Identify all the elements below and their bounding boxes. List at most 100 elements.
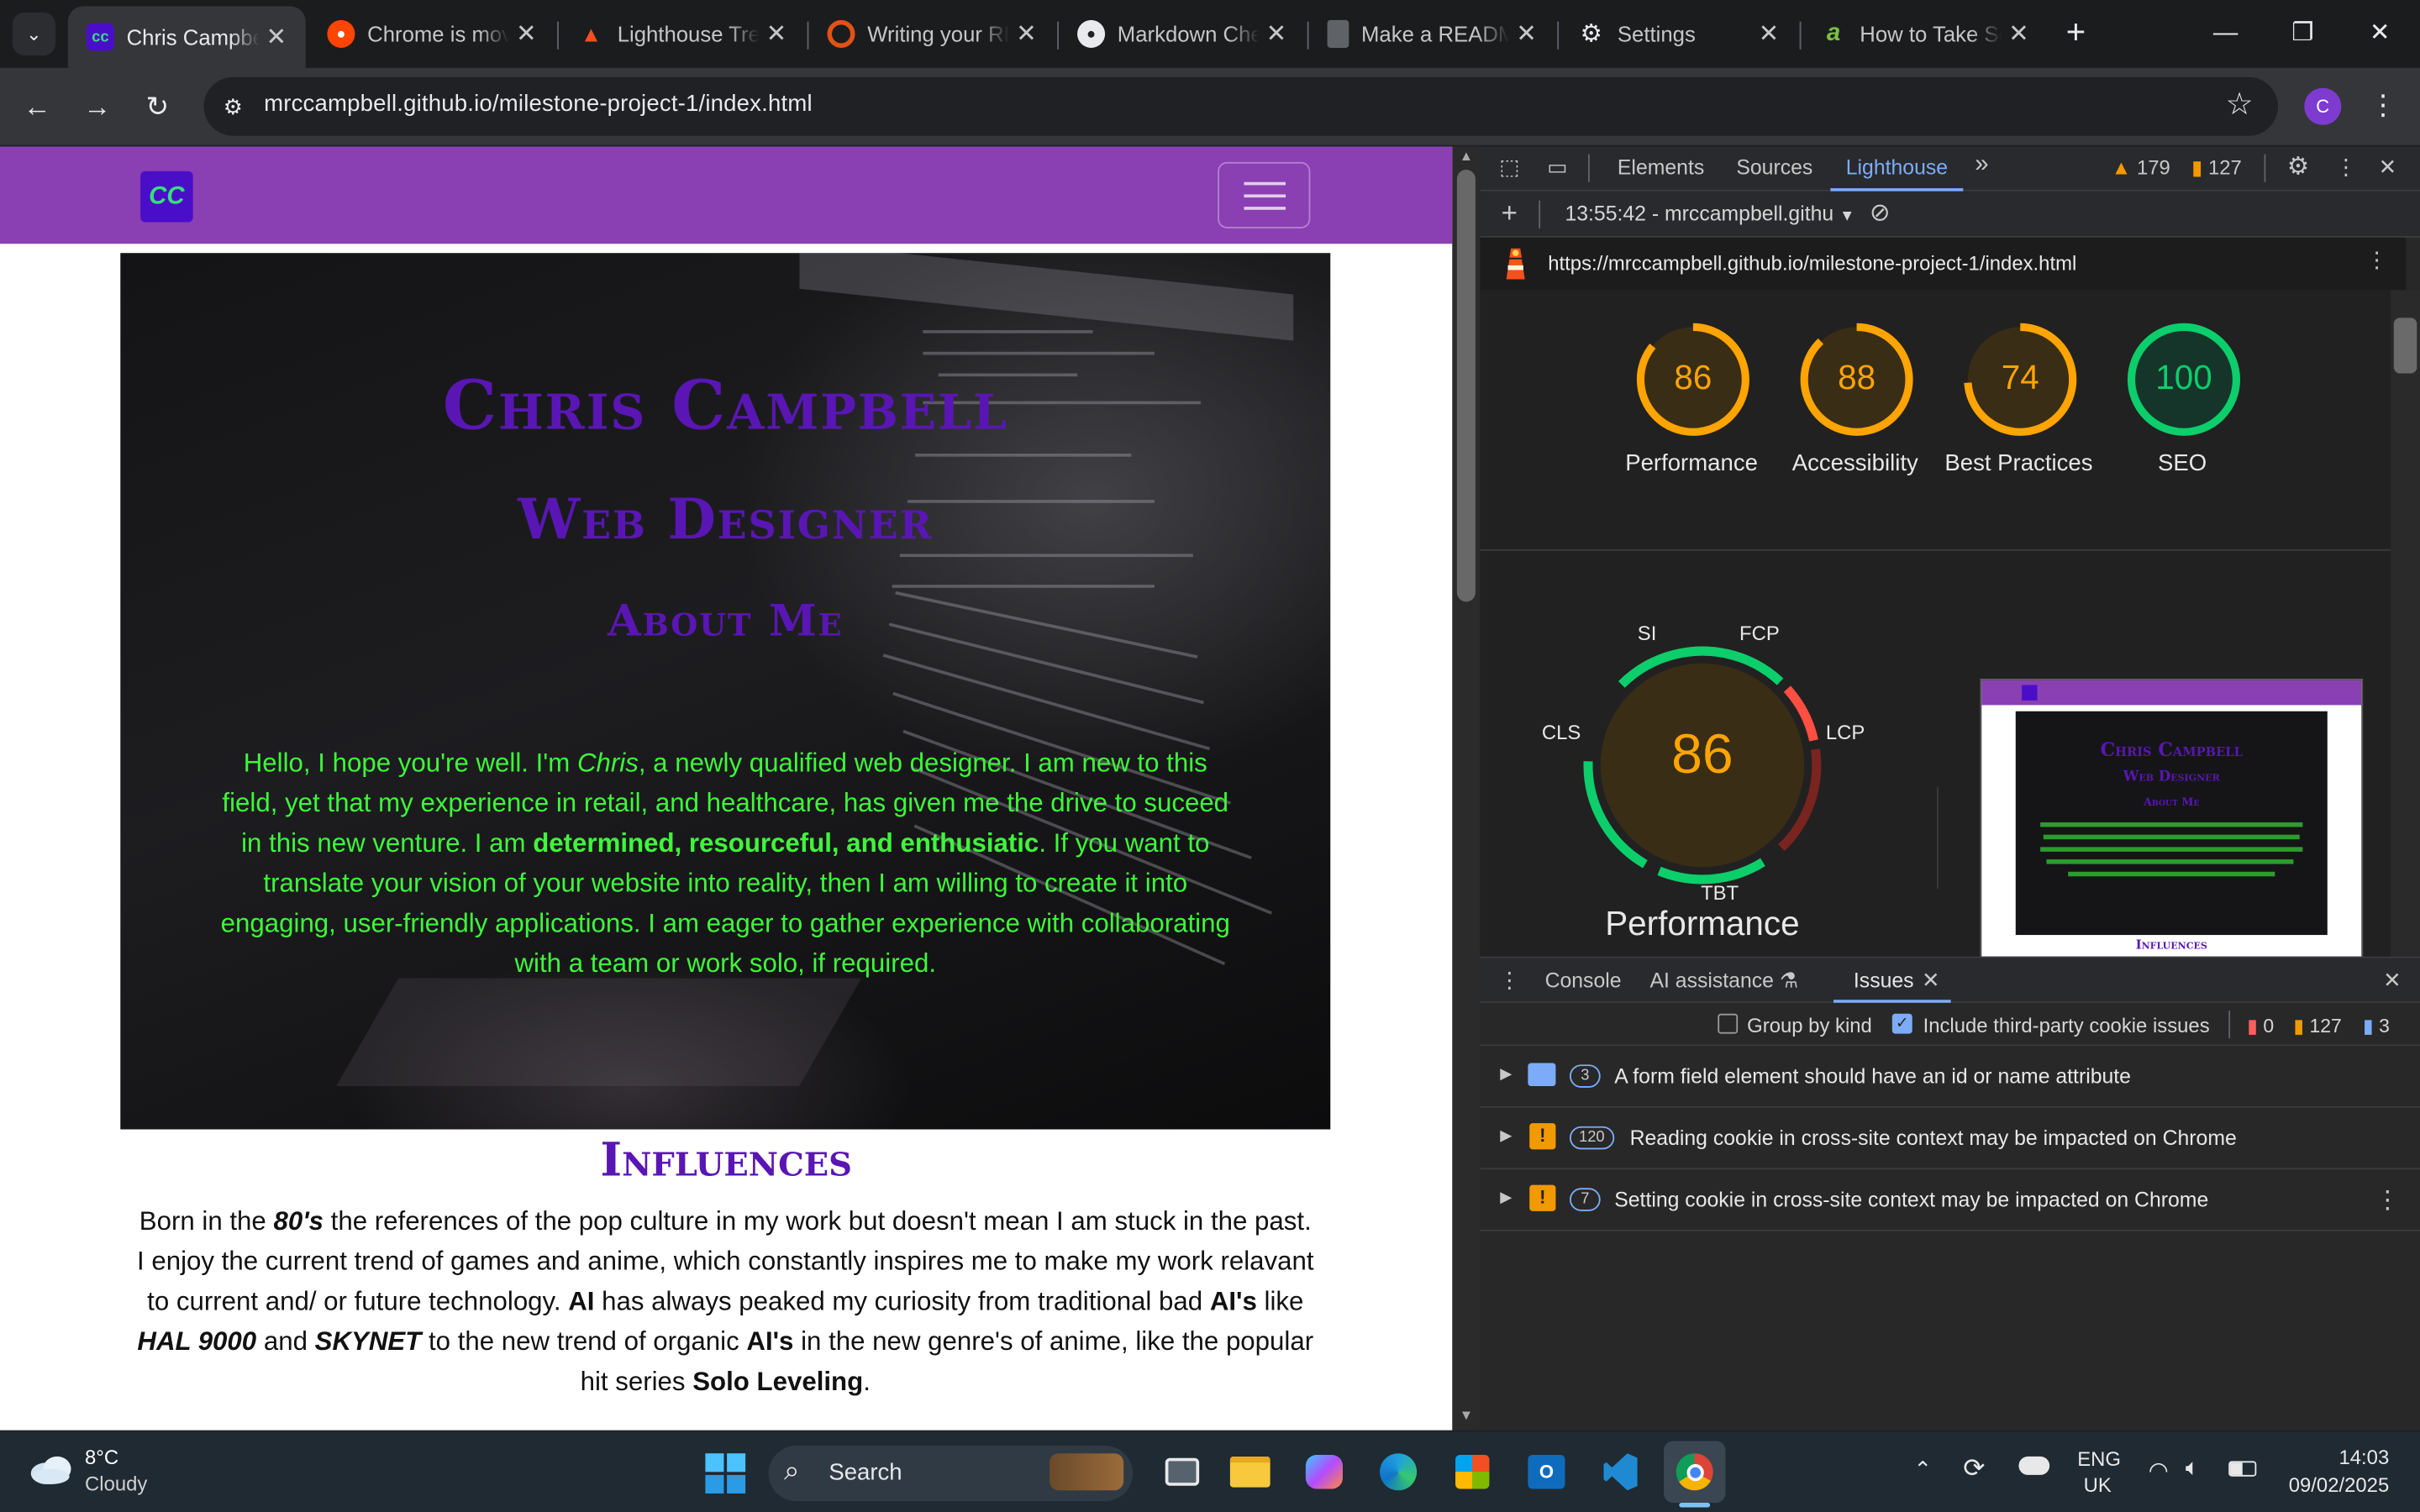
- close-tab-icon[interactable]: ✕: [1509, 18, 1543, 50]
- close-tab-icon[interactable]: ✕: [509, 18, 543, 50]
- minimize-button[interactable]: —: [2195, 13, 2256, 55]
- close-tab-icon[interactable]: ✕: [1752, 18, 1786, 50]
- reload-button[interactable]: ↻: [133, 81, 182, 131]
- chrome-taskbar-icon[interactable]: [1664, 1441, 1726, 1503]
- divider: [1937, 786, 1939, 889]
- close-window-button[interactable]: ✕: [2349, 13, 2411, 55]
- site-logo[interactable]: CC: [140, 171, 193, 223]
- include-third-party-checkbox[interactable]: ✓: [1891, 1013, 1912, 1034]
- wifi-icon[interactable]: ◠: [2149, 1457, 2169, 1484]
- issue-row[interactable]: ▶ ! 120 Reading cookie in cross-site con…: [1480, 1107, 2420, 1170]
- volume-icon[interactable]: 🔈︎: [2186, 1455, 2200, 1481]
- browser-tab[interactable]: a How to Take Screenshots ✕: [1801, 8, 2048, 60]
- issue-menu-icon[interactable]: ⋮: [2375, 1185, 2400, 1216]
- task-view-icon[interactable]: [1151, 1441, 1213, 1503]
- scroll-up-arrow[interactable]: ▲: [1457, 148, 1476, 166]
- lighthouse-logo-icon: [1500, 245, 1531, 282]
- page-screenshot-thumbnail[interactable]: Chris Campbell Web Designer About Me Inf…: [1980, 679, 2364, 957]
- clock-time[interactable]: 14:03: [2296, 1446, 2389, 1469]
- devtools-menu-icon[interactable]: ⋮: [2330, 155, 2361, 181]
- report-url[interactable]: https://mrccampbell.github.io/milestone-…: [1548, 251, 2076, 275]
- url-text[interactable]: mrccampbell.github.io/milestone-project-…: [264, 91, 813, 117]
- file-explorer-icon[interactable]: [1219, 1441, 1281, 1503]
- expand-arrow-icon[interactable]: ▶: [1500, 1128, 1512, 1145]
- issue-count-info[interactable]: ▮ 3: [2363, 1014, 2390, 1037]
- hamburger-menu-button[interactable]: [1218, 161, 1311, 228]
- onedrive-icon[interactable]: [2018, 1456, 2050, 1475]
- outlook-icon[interactable]: O: [1516, 1441, 1577, 1503]
- settings-gear-icon[interactable]: ⚙: [2283, 151, 2314, 182]
- scroll-down-arrow[interactable]: ▼: [1457, 1407, 1476, 1425]
- battery-icon[interactable]: [2228, 1461, 2257, 1477]
- report-menu-icon[interactable]: ⋮: [2361, 247, 2392, 273]
- language-indicator[interactable]: ENG: [2077, 1447, 2121, 1471]
- drawer-tab-console[interactable]: Console: [1545, 969, 1622, 992]
- windows-start-icon[interactable]: [704, 1452, 747, 1494]
- weather-temp[interactable]: 8°C: [85, 1446, 118, 1469]
- inspect-element-icon[interactable]: ⬚: [1494, 155, 1525, 181]
- clear-reports-icon[interactable]: ⊘: [1865, 197, 1896, 228]
- region-indicator[interactable]: UK: [2084, 1473, 2112, 1497]
- group-by-kind-checkbox[interactable]: [1718, 1013, 1739, 1034]
- report-scrollbar[interactable]: [2391, 290, 2420, 957]
- close-issues-tab-icon[interactable]: ✕: [1915, 968, 1946, 994]
- restore-button[interactable]: ❐: [2272, 13, 2333, 55]
- show-hidden-icons-chevron[interactable]: ⌃: [1914, 1457, 1933, 1483]
- back-button[interactable]: ←: [13, 81, 62, 131]
- weather-desc[interactable]: Cloudy: [85, 1472, 147, 1495]
- new-tab-button[interactable]: +: [2056, 13, 2096, 55]
- tab-sources[interactable]: Sources: [1736, 156, 1812, 180]
- lighthouse-report: 86 Performance 88 Accessibility 74 Best …: [1480, 290, 2391, 957]
- drawer-tab-ai-assistance[interactable]: AI assistance ⚗: [1649, 969, 1798, 993]
- tab-search-button[interactable]: ⌄: [12, 12, 56, 56]
- close-tab-icon[interactable]: ✕: [1260, 18, 1293, 50]
- browser-tab[interactable]: Make a README ✕: [1309, 8, 1556, 60]
- vscode-icon[interactable]: [1590, 1441, 1651, 1503]
- tab-elements[interactable]: Elements: [1618, 156, 1704, 180]
- issue-count-warnings[interactable]: ▮ 127: [2293, 1014, 2341, 1037]
- close-drawer-icon[interactable]: ✕: [2377, 968, 2408, 994]
- thumb-text-line: [2040, 847, 2303, 852]
- new-report-icon[interactable]: +: [1494, 197, 1525, 230]
- issue-count-errors[interactable]: ▮ 0: [2247, 1014, 2274, 1037]
- site-info-icon[interactable]: ⚙: [218, 91, 249, 122]
- close-tab-icon[interactable]: ✕: [260, 22, 293, 53]
- browser-tab[interactable]: Writing your README ✕: [808, 8, 1055, 60]
- clock-date[interactable]: 09/02/2025: [2265, 1473, 2390, 1497]
- bookmark-star-icon[interactable]: ☆: [2219, 85, 2260, 125]
- report-scroll-thumb[interactable]: [2393, 318, 2417, 374]
- issue-row[interactable]: ▶ 3 A form field element should have an …: [1480, 1046, 2420, 1108]
- drawer-tab-issues[interactable]: Issues: [1854, 969, 1914, 992]
- errors-counter[interactable]: ▮ 127: [2191, 156, 2242, 181]
- copilot-icon[interactable]: [1293, 1441, 1355, 1503]
- more-tabs-icon[interactable]: »: [1966, 151, 1997, 179]
- expand-arrow-icon[interactable]: ▶: [1500, 1189, 1512, 1206]
- close-tab-icon[interactable]: ✕: [2002, 18, 2035, 50]
- close-devtools-icon[interactable]: ✕: [2372, 155, 2403, 181]
- sync-icon[interactable]: ⟳: [1963, 1453, 1985, 1484]
- web-page: CC Chris Campbell Web Designer About Me …: [0, 146, 1453, 1431]
- browser-tab[interactable]: ⚙ Settings ✕: [1559, 8, 1798, 60]
- profile-avatar[interactable]: C: [2304, 87, 2342, 125]
- expand-arrow-icon[interactable]: ▶: [1500, 1066, 1512, 1083]
- browser-tab[interactable]: ▲ Lighthouse Tree ✕: [559, 8, 806, 60]
- close-tab-icon[interactable]: ✕: [760, 18, 793, 50]
- warnings-counter[interactable]: ▲ 179: [2112, 156, 2170, 180]
- drawer-menu-icon[interactable]: ⋮: [1494, 968, 1525, 994]
- page-scroll-thumb[interactable]: [1456, 170, 1476, 602]
- device-toolbar-icon[interactable]: ▭: [1542, 155, 1573, 181]
- report-select[interactable]: 13:55:42 - mrccampbell.githu ▼: [1565, 202, 1854, 226]
- close-tab-icon[interactable]: ✕: [1009, 18, 1043, 50]
- browser-tab[interactable]: ● Markdown Cheatsheet ✕: [1059, 8, 1306, 60]
- browser-tab-active[interactable]: cc Chris Campbell ✕: [67, 6, 306, 68]
- issue-row[interactable]: ▶ ! 7 Setting cookie in cross-site conte…: [1480, 1169, 2420, 1231]
- browser-tab[interactable]: ● Chrome is moving ✕: [308, 8, 555, 60]
- edge-icon[interactable]: [1367, 1441, 1428, 1503]
- performance-score: 86: [1674, 358, 1712, 397]
- chrome-menu-icon[interactable]: ⋮: [2368, 85, 2399, 125]
- tab-lighthouse[interactable]: Lighthouse: [1846, 156, 1948, 180]
- reddit-icon: ●: [327, 19, 355, 48]
- ms-store-icon[interactable]: [1442, 1441, 1503, 1503]
- cloud-weather-icon[interactable]: [28, 1451, 74, 1488]
- forward-button[interactable]: →: [72, 81, 122, 131]
